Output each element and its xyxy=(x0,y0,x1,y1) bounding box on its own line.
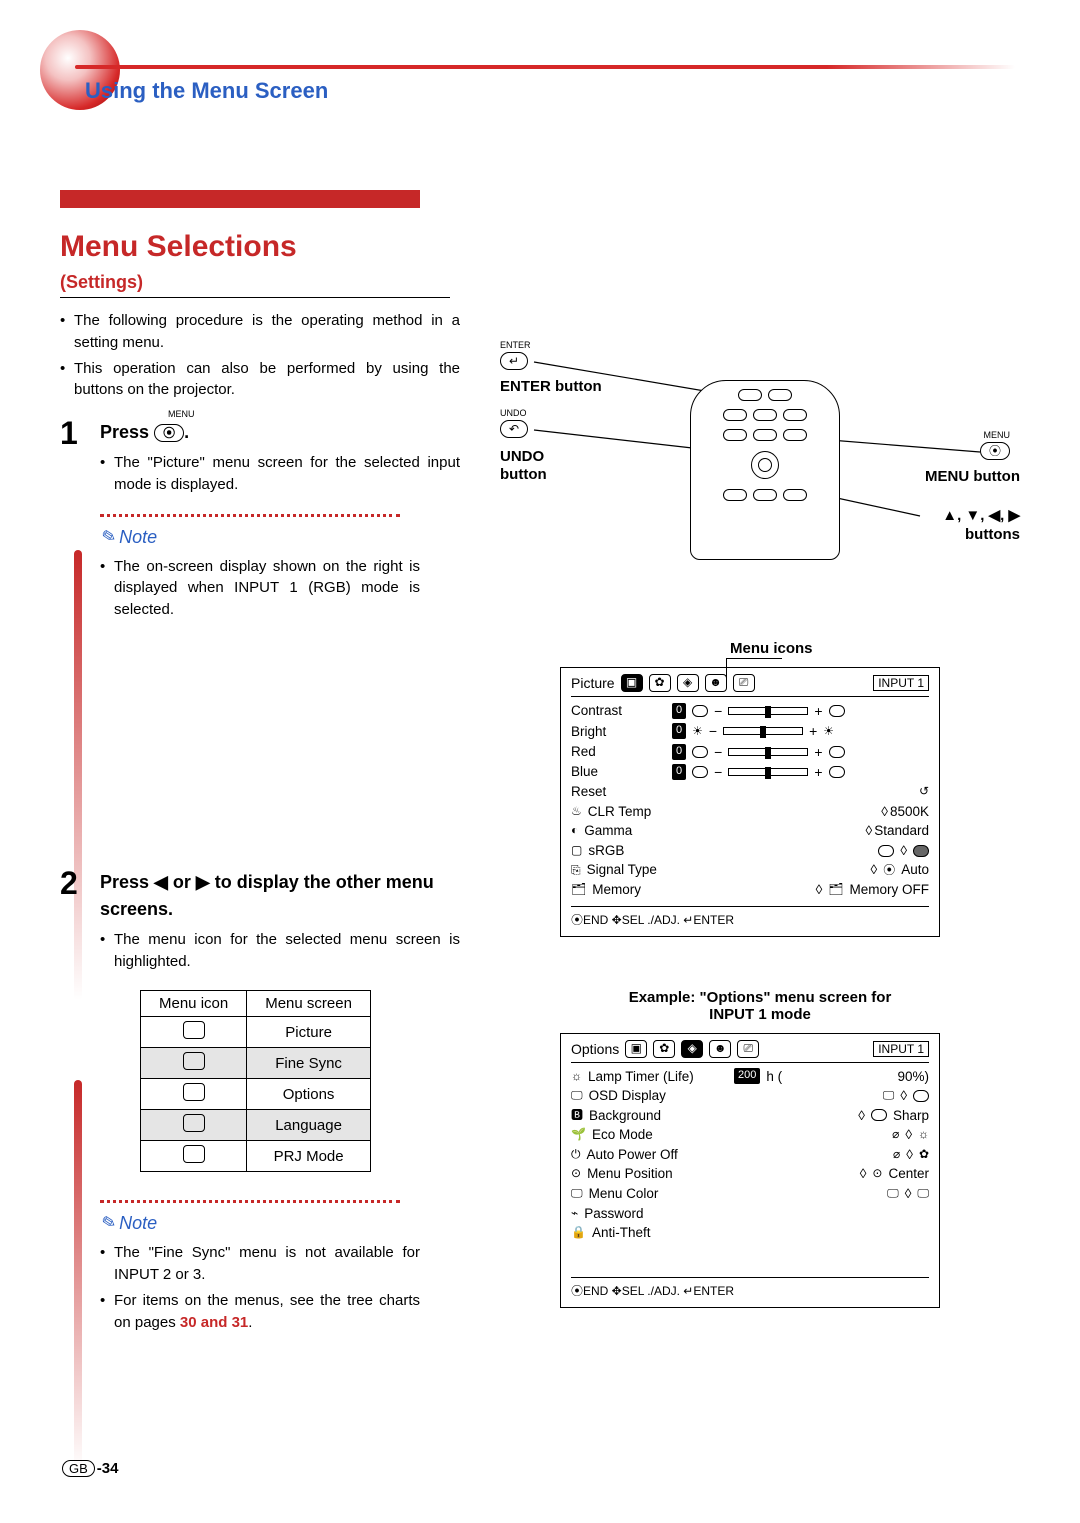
note-2-heading: ✎Note xyxy=(100,1213,460,1234)
step-1-suffix: . xyxy=(184,422,189,442)
remote-body xyxy=(690,380,840,560)
mi-name: Picture xyxy=(247,1017,371,1048)
red-bar xyxy=(60,190,420,208)
osd-tab-icon: ◈ xyxy=(681,1040,703,1058)
note-hand-icon: ✎ xyxy=(97,1211,118,1236)
note-1-divider xyxy=(100,514,400,517)
intro-bullet: The following procedure is the operating… xyxy=(60,310,460,354)
page-footer: GB-34 xyxy=(62,1460,118,1477)
osd-footer: ⦿END ✥SEL ./ADJ. ↵ENTER xyxy=(571,906,929,928)
osd-tab-icon: ✿ xyxy=(653,1040,675,1058)
menu-tiny-label: MENU xyxy=(168,409,195,419)
example-label: Example: "Options" menu screen for INPUT… xyxy=(500,989,1020,1023)
step-2: 2 Press ◀ or ▶ to display the other menu… xyxy=(60,869,460,973)
step-2-bullet: The menu icon for the selected menu scre… xyxy=(100,929,460,973)
osd-input-badge: INPUT 1 xyxy=(873,675,929,691)
options-icon xyxy=(183,1083,205,1101)
menu-icon-table: Menu icon Menu screen Picture Fine Sync … xyxy=(140,990,371,1172)
osd-options: Options ▣ ✿ ◈ ☻ ⎚ INPUT 1 ☼Lamp Timer (L… xyxy=(560,1033,940,1308)
intro-bullet: This operation can also be performed by … xyxy=(60,358,460,402)
note-2-bullet: For items on the menus, see the tree cha… xyxy=(100,1290,420,1334)
table-row: PRJ Mode xyxy=(141,1141,371,1172)
step-number: 2 xyxy=(60,865,78,902)
step-1-bullet: The "Picture" menu screen for the select… xyxy=(100,452,460,496)
mi-name: Options xyxy=(247,1079,371,1110)
osd-tab-icon: ☻ xyxy=(709,1040,731,1058)
mi-th-screen: Menu screen xyxy=(247,991,371,1017)
page-subtitle: (Settings) xyxy=(60,272,1020,293)
osd-tab-icon: ◈ xyxy=(677,674,699,692)
step-1-head: Press ⦿. xyxy=(100,419,460,446)
osd-tab-icon: ☻ xyxy=(705,674,727,692)
step-number: 1 xyxy=(60,415,78,452)
table-row: Options xyxy=(141,1079,371,1110)
gb-badge: GB xyxy=(62,1460,95,1477)
mi-name: Language xyxy=(247,1110,371,1141)
step-1-prefix: Press xyxy=(100,422,149,442)
osd-tab-icon: ✿ xyxy=(649,674,671,692)
osd-tab-icon: ▣ xyxy=(621,674,643,692)
osd-tab-icon: ⎚ xyxy=(733,674,755,692)
page-ref: 30 and 31 xyxy=(180,1314,248,1331)
intro-bullets: The following procedure is the operating… xyxy=(60,310,460,401)
step-1: 1 MENU Press ⦿. The "Picture" menu scree… xyxy=(60,419,460,496)
page-title: Menu Selections xyxy=(60,230,1020,264)
mi-name: PRJ Mode xyxy=(247,1141,371,1172)
osd-tab-icon: ▣ xyxy=(625,1040,647,1058)
note-1-body: The on-screen display shown on the right… xyxy=(100,556,420,621)
note-2-body: The "Fine Sync" menu is not available fo… xyxy=(100,1242,420,1333)
osd-tab-label: Options xyxy=(571,1041,619,1057)
mi-name: Fine Sync xyxy=(247,1048,371,1079)
prjmode-icon xyxy=(183,1145,205,1163)
osd-footer: ⦿END ✥SEL ./ADJ. ↵ENTER xyxy=(571,1277,929,1299)
note-1-bullet: The on-screen display shown on the right… xyxy=(100,556,420,621)
osd-tab-label: Picture xyxy=(571,675,615,691)
note-2-bullet: The "Fine Sync" menu is not available fo… xyxy=(100,1242,420,1286)
remote-diagram: ENTER ↵ ENTER button UNDO ↶ UNDO button … xyxy=(500,340,1020,620)
table-row: Fine Sync xyxy=(141,1048,371,1079)
finesync-icon xyxy=(183,1052,205,1070)
page-number: -34 xyxy=(97,1460,119,1477)
note-hand-icon: ✎ xyxy=(97,525,118,550)
note-2-divider xyxy=(100,1200,400,1203)
picture-icon xyxy=(183,1021,205,1039)
section-title: Using the Menu Screen xyxy=(85,78,328,104)
osd-input-badge: INPUT 1 xyxy=(873,1041,929,1057)
mi-th-icon: Menu icon xyxy=(141,991,247,1017)
note-1-heading: ✎Note xyxy=(100,527,460,548)
menu-icons-label: Menu icons xyxy=(730,640,1020,657)
osd-picture: Picture ▣ ✿ ◈ ☻ ⎚ INPUT 1 Contrast0 −+ B… xyxy=(560,667,940,937)
title-rule xyxy=(60,297,450,298)
table-row: Picture xyxy=(141,1017,371,1048)
step-2-head: Press ◀ or ▶ to display the other menu s… xyxy=(100,869,460,923)
osd-tab-icon: ⎚ xyxy=(737,1040,759,1058)
menu-key-icon: ⦿ xyxy=(154,424,184,442)
table-row: Language xyxy=(141,1110,371,1141)
language-icon xyxy=(183,1114,205,1132)
step-2-gradient xyxy=(74,1080,82,1470)
header-line xyxy=(75,65,1015,69)
